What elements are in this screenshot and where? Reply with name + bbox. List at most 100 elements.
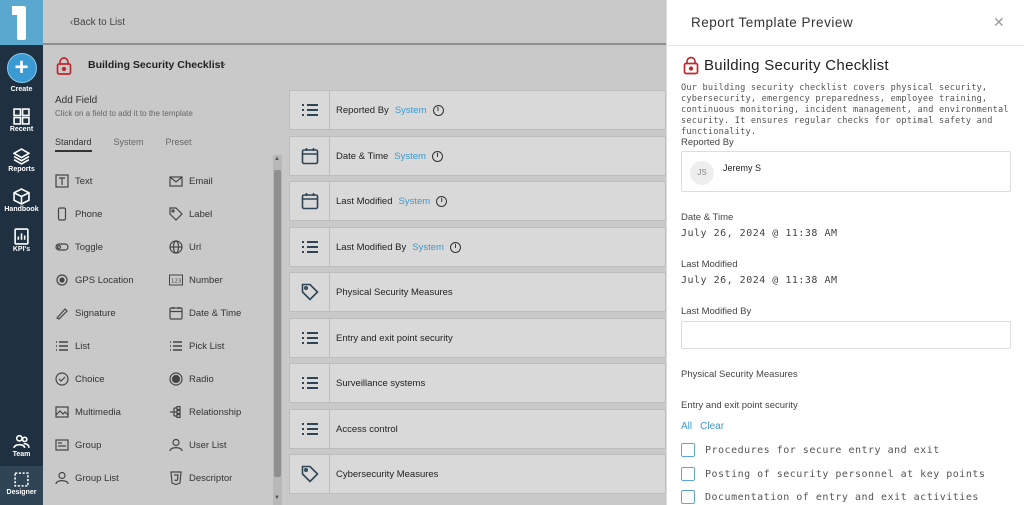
tab-system[interactable]: System (114, 137, 144, 152)
canvas-row[interactable]: Surveillance systems (289, 363, 666, 403)
info-icon[interactable]: i (449, 241, 461, 253)
canvas-row[interactable]: Physical Security Measures (289, 272, 666, 312)
clear-link[interactable]: Clear (700, 421, 724, 432)
scroll-down-arrow-icon[interactable]: ▼ (274, 495, 280, 501)
template-title-bar: Building Security Checklist ⌄ (43, 47, 666, 84)
field-phone[interactable]: Phone (55, 207, 102, 221)
field-number-label: Number (189, 274, 223, 286)
canvas-row[interactable]: Last Modified By System i (289, 227, 666, 267)
checkbox-item[interactable]: Posting of security personnel at key poi… (681, 467, 985, 481)
nav-reports[interactable]: Reports (0, 148, 43, 173)
plus-icon: + (6, 53, 37, 83)
field-label[interactable]: Label (169, 207, 212, 221)
back-label: Back to List (73, 17, 126, 28)
close-icon[interactable]: ✕ (993, 14, 1005, 31)
field-gps-location[interactable]: GPS Location (55, 273, 134, 287)
nav-kpis[interactable]: KPI's (0, 228, 43, 253)
top-bar: ‹Back to List (43, 0, 666, 45)
select-all-link[interactable]: All (681, 421, 692, 432)
canvas-row[interactable]: Reported By System i (289, 90, 666, 130)
info-icon[interactable]: i (431, 150, 443, 162)
tab-standard[interactable]: Standard (55, 137, 92, 152)
canvas-row[interactable]: Date & Time System i (289, 136, 666, 176)
checkbox-label: Procedures for secure entry and exit (705, 444, 940, 456)
canvas-row[interactable]: Entry and exit point security (289, 318, 666, 358)
calendar-icon (301, 193, 318, 210)
reported-by-field[interactable]: JS Jeremy S (681, 151, 1011, 192)
field-signature[interactable]: Signature (55, 306, 116, 320)
row-label: Last Modified (336, 195, 393, 207)
field-url[interactable]: Url (169, 240, 201, 254)
field-descriptor[interactable]: Descriptor (169, 471, 232, 485)
canvas-row[interactable]: Last Modified System i (289, 181, 666, 221)
tag-icon (301, 283, 319, 301)
add-field-panel: Add Field Click on a field to add it to … (43, 84, 283, 505)
checkbox[interactable] (681, 443, 695, 457)
field-user-list[interactable]: User List (169, 438, 226, 452)
field-date-time[interactable]: Date & Time (169, 306, 241, 320)
row-label: Last Modified By (336, 241, 407, 253)
checkbox-item[interactable]: Documentation of entry and exit activiti… (681, 490, 979, 504)
canvas-row[interactable]: Access control (289, 409, 666, 449)
preview-template-name: Building Security Checklist (704, 57, 889, 74)
field-list[interactable]: List (55, 339, 90, 353)
chevron-down-icon[interactable]: ⌄ (219, 58, 227, 69)
row-label: Entry and exit point security (336, 332, 453, 344)
field-group-list[interactable]: Group List (55, 471, 119, 485)
row-label: Physical Security Measures (336, 286, 453, 298)
svg-text:123: 123 (171, 279, 182, 285)
nav-designer[interactable]: Designer (0, 466, 43, 505)
canvas-row[interactable]: Cybersecurity Measures (289, 454, 666, 494)
globe-icon (169, 240, 183, 254)
field-group[interactable]: Group (55, 438, 101, 452)
back-to-list-link[interactable]: ‹Back to List (70, 17, 125, 28)
nav-team-label: Team (12, 451, 31, 458)
list-icon (301, 423, 318, 435)
row-label: Date & Time (336, 150, 389, 162)
field-descriptor-label: Descriptor (189, 472, 233, 484)
info-icon[interactable]: i (432, 104, 444, 116)
system-tag: System (412, 241, 444, 253)
pick-list-icon (170, 341, 182, 351)
nav-designer-label: Designer (6, 489, 37, 496)
report-template-preview-panel: Report Template Preview ✕ Building Secur… (666, 0, 1024, 505)
nav-handbook[interactable]: Handbook (0, 188, 43, 213)
field-toggle[interactable]: Toggle (55, 240, 103, 254)
field-date-time-label: Date & Time (189, 307, 242, 319)
tab-preset[interactable]: Preset (166, 137, 192, 152)
last-modified-by-field[interactable] (681, 321, 1011, 349)
field-choice[interactable]: Choice (55, 372, 105, 386)
field-relationship[interactable]: Relationship (169, 405, 241, 419)
kpi-icon (14, 228, 29, 245)
field-toggle-label: Toggle (75, 241, 103, 253)
fields-scrollbar-thumb[interactable] (274, 170, 281, 477)
nav-kpis-label: KPI's (12, 246, 31, 253)
create-button[interactable]: + Create (0, 53, 43, 93)
field-multimedia-label: Multimedia (75, 406, 121, 418)
field-email[interactable]: Email (169, 174, 213, 188)
field-text[interactable]: Text (55, 174, 92, 188)
nav-team[interactable]: Team (0, 433, 43, 458)
checkbox[interactable] (681, 490, 695, 504)
field-group-list-label: Group List (75, 472, 119, 484)
tag-icon (169, 207, 183, 221)
field-gps-label: GPS Location (75, 274, 134, 286)
nav-recent[interactable]: Recent (0, 108, 43, 133)
field-number[interactable]: 123 Number (169, 273, 223, 287)
checkbox[interactable] (681, 467, 695, 481)
avatar: JS (690, 161, 714, 185)
field-radio[interactable]: Radio (169, 372, 214, 386)
info-icon[interactable]: i (436, 195, 448, 207)
field-multimedia[interactable]: Multimedia (55, 405, 121, 419)
template-canvas: Reported By System i Date & Time System … (283, 84, 666, 505)
field-pick-list[interactable]: Pick List (169, 339, 224, 353)
field-text-label: Text (75, 175, 93, 187)
group-icon (55, 439, 69, 451)
app-logo[interactable] (0, 0, 43, 45)
scroll-up-arrow-icon[interactable]: ▲ (274, 156, 280, 162)
field-list-label: List (75, 340, 90, 352)
template-name-dropdown[interactable]: Building Security Checklist (88, 59, 224, 71)
envelope-icon (169, 176, 183, 187)
checkbox-item[interactable]: Procedures for secure entry and exit (681, 443, 940, 457)
lock-icon (56, 57, 72, 75)
